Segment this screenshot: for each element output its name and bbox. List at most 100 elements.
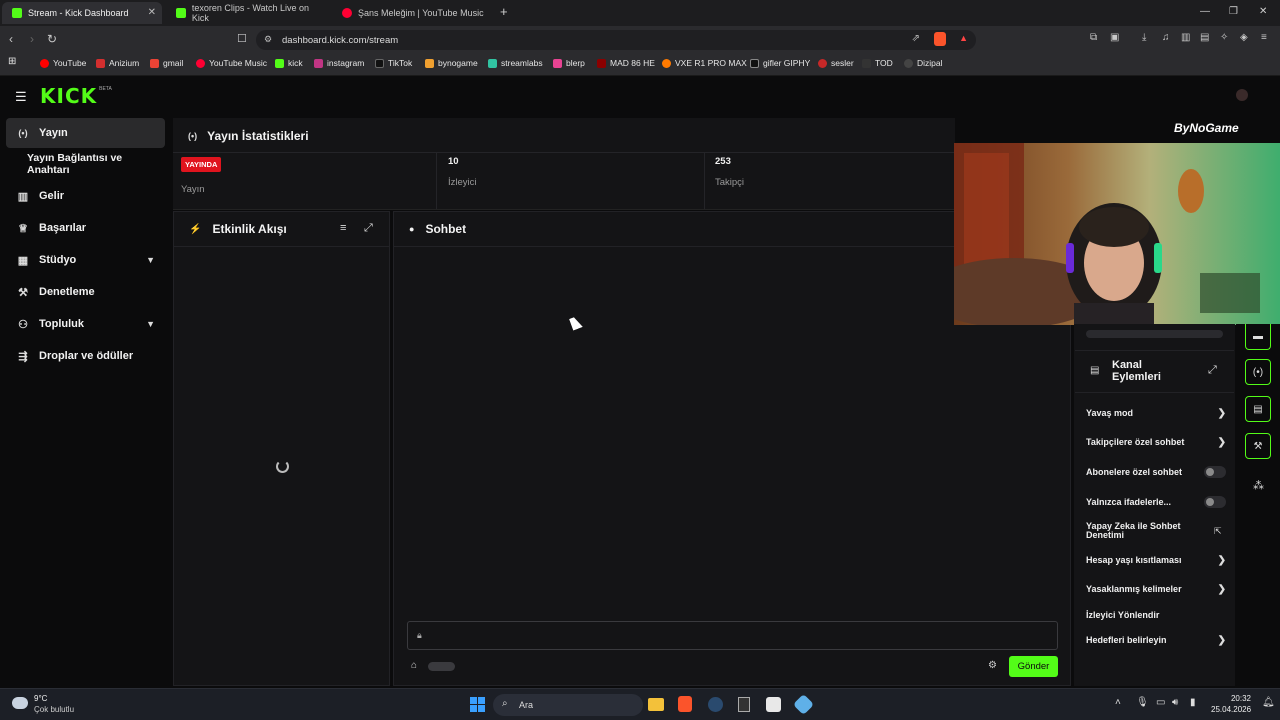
tab-youtube-music[interactable]: Şans Meleğim | YouTube Music [332, 2, 492, 24]
bookmark-mad86he[interactable]: MAD 86 HE [597, 58, 655, 68]
kick-logo[interactable]: KICK BETA [40, 84, 112, 108]
brave-shields-icon[interactable] [934, 32, 946, 46]
bookmark-anizium[interactable]: Anizium [96, 58, 139, 68]
chat-bubble-icon[interactable]: ▬ [1245, 324, 1271, 350]
sidebar-item-studyo[interactable]: ▦ Stüdyo ▼ [6, 245, 165, 275]
sidebar-item-gelir[interactable]: ▥ Gelir [6, 181, 165, 211]
extensions-icon[interactable]: ⧉ [1090, 32, 1097, 43]
filter-icon[interactable]: ≡ [340, 222, 346, 234]
bookmark-kick[interactable]: kick [275, 58, 303, 68]
network-icon[interactable]: ▭ [1156, 697, 1165, 708]
sidebar-item-yayin[interactable]: (•) Yayın [6, 118, 165, 148]
brave-browser-icon[interactable] [678, 696, 692, 712]
studio-icon: ▦ [17, 254, 29, 267]
sidebar-item-basarilar[interactable]: ♕ Başarılar [6, 213, 165, 243]
tab-texoren-clips[interactable]: texoren Clips - Watch Live on Kick [166, 2, 326, 24]
channel-actions-panel: ▤ Kanal Eylemleri ⤢ Yavaş mod ❯ Takipçil… [1074, 324, 1235, 686]
battery-icon[interactable]: ▮ [1190, 697, 1196, 708]
taskbar-search[interactable]: ⌕ Ara [493, 694, 643, 716]
chevron-down-icon: ▼ [146, 319, 155, 329]
windows-start-icon[interactable] [470, 697, 485, 712]
broadcast-icon[interactable]: (•) [1245, 359, 1271, 385]
volume-icon[interactable]: 🔊︎ [1172, 697, 1178, 708]
sidebar-item-stream-key[interactable]: Yayın Bağlantısı ve Anahtarı [6, 149, 165, 179]
apps-grid-icon[interactable]: ⊞ [8, 56, 16, 67]
close-window-icon[interactable]: ✕ [1259, 6, 1267, 17]
site-info-icon[interactable]: ⚙ [264, 34, 272, 45]
url-field[interactable]: ⚙ dashboard.kick.com/stream ⇗ ▲ [256, 30, 976, 50]
notifications-icon[interactable]: 🔔︎ [1262, 697, 1275, 708]
close-tab-icon[interactable]: ✕ [148, 7, 156, 18]
bookmark-gmail[interactable]: gmail [150, 58, 183, 68]
send-button[interactable]: Gönder [1009, 656, 1058, 677]
chat-settings-icon[interactable]: ⚙ [988, 660, 997, 671]
tab-stream-dashboard[interactable]: Stream - Kick Dashboard ✕ [2, 2, 162, 24]
action-followers-only[interactable]: Takipçilere özel sohbet ❯ [1086, 437, 1226, 448]
popout-icon[interactable]: ⤢ [1208, 364, 1217, 377]
wrench-icon[interactable]: ⚒ [1245, 433, 1271, 459]
bookmark-sesler[interactable]: sesler [818, 58, 854, 68]
bookmark-page-icon[interactable]: ☐ [237, 32, 247, 45]
forward-icon[interactable]: › [30, 32, 34, 46]
bookmark-instagram[interactable]: instagram [314, 58, 364, 68]
steam-icon[interactable] [708, 697, 723, 712]
action-redirect-viewers[interactable]: İzleyici Yönlendir [1086, 610, 1226, 620]
share-icon[interactable]: ⇗ [912, 33, 920, 44]
screenshot-icon[interactable]: ▣ [1110, 32, 1119, 43]
action-subscribers-only[interactable]: Abonelere özel sohbet [1086, 466, 1226, 478]
epic-games-icon[interactable] [738, 697, 750, 712]
chat-input[interactable]: 🔒︎ [407, 621, 1058, 650]
sidebar-item-topluluk[interactable]: ⚇ Topluluk ▼ [6, 309, 165, 339]
sidebar-item-denetleme[interactable]: ⚒ Denetleme [6, 277, 165, 307]
more-tools-icon[interactable]: ⁂ [1253, 479, 1264, 492]
minimize-icon[interactable]: — [1200, 6, 1210, 17]
menu-icon[interactable]: ≡ [1261, 32, 1267, 43]
brave-rewards-icon[interactable]: ▲ [959, 33, 968, 43]
chevron-up-icon[interactable]: ˄ [1115, 697, 1121, 708]
vpn-icon[interactable]: ◈ [1240, 32, 1248, 43]
bookmark-blerp[interactable]: blerp [553, 58, 585, 68]
shop-icon[interactable]: ⌂ [411, 660, 417, 671]
divider [1075, 392, 1234, 393]
back-icon[interactable]: ‹ [9, 32, 13, 46]
chevron-right-icon: ❯ [1217, 583, 1226, 595]
store-icon[interactable] [766, 697, 781, 712]
action-set-goals[interactable]: Hedefleri belirleyin ❯ [1086, 635, 1226, 646]
emotes-only-toggle[interactable] [1204, 496, 1226, 508]
bookmark-youtube[interactable]: YouTube [40, 58, 86, 68]
action-emotes-only[interactable]: Yalnızca ifadelerle... [1086, 496, 1226, 508]
channel-actions-icon[interactable]: ▤ [1245, 396, 1271, 422]
sidebar-toggle-icon[interactable]: ▥ [1181, 32, 1190, 43]
popout-icon[interactable]: ⤢ [364, 222, 373, 235]
bookmark-giphy[interactable]: gifler GIPHY [750, 58, 810, 68]
bookmark-streamlabs[interactable]: streamlabs [488, 58, 543, 68]
bookmark-youtube-music[interactable]: YouTube Music [196, 58, 267, 68]
bookmark-vxe[interactable]: VXE R1 PRO MAX [662, 58, 747, 68]
reload-icon[interactable]: ↻ [47, 32, 57, 46]
download-icon[interactable]: ⤓ [1142, 32, 1146, 43]
weather-cloud-icon[interactable] [12, 697, 28, 709]
microphone-icon[interactable]: 🎙︎ [1136, 697, 1149, 708]
settings-app-icon[interactable] [792, 693, 815, 716]
weather-temp: 9°C [34, 694, 48, 703]
wallet-icon[interactable]: ▤ [1200, 32, 1209, 43]
new-tab-icon[interactable]: + [500, 4, 508, 19]
action-account-age[interactable]: Hesap yaşı kısıtlaması ❯ [1086, 555, 1226, 566]
user-avatar[interactable] [1236, 89, 1248, 101]
bookmark-bynogame[interactable]: bynogame [425, 58, 478, 68]
file-explorer-icon[interactable] [648, 698, 664, 711]
hamburger-menu-icon[interactable]: ☰ [15, 89, 27, 105]
bookmark-tiktok[interactable]: TikTok [375, 58, 412, 68]
bynogame-watermark: ByNoGame [1174, 121, 1239, 135]
bookmark-dizipal[interactable]: Dizipal [904, 58, 943, 68]
action-ai-moderation[interactable]: Yapay Zeka ile Sohbet Denetimi [1086, 522, 1191, 540]
subscribers-only-toggle[interactable] [1204, 466, 1226, 478]
leo-ai-icon[interactable]: ✧ [1220, 32, 1228, 43]
bookmark-tod[interactable]: TOD [862, 58, 893, 68]
action-slow-mode[interactable]: Yavaş mod ❯ [1086, 408, 1226, 419]
media-icon[interactable]: ♫ [1162, 32, 1170, 43]
sidebar-item-droplar[interactable]: ⇶ Droplar ve ödüller [6, 341, 165, 371]
restore-icon[interactable]: ❐ [1229, 6, 1238, 17]
external-link-icon[interactable]: ⇱ [1214, 526, 1222, 537]
action-banned-words[interactable]: Yasaklanmış kelimeler ❯ [1086, 583, 1226, 595]
